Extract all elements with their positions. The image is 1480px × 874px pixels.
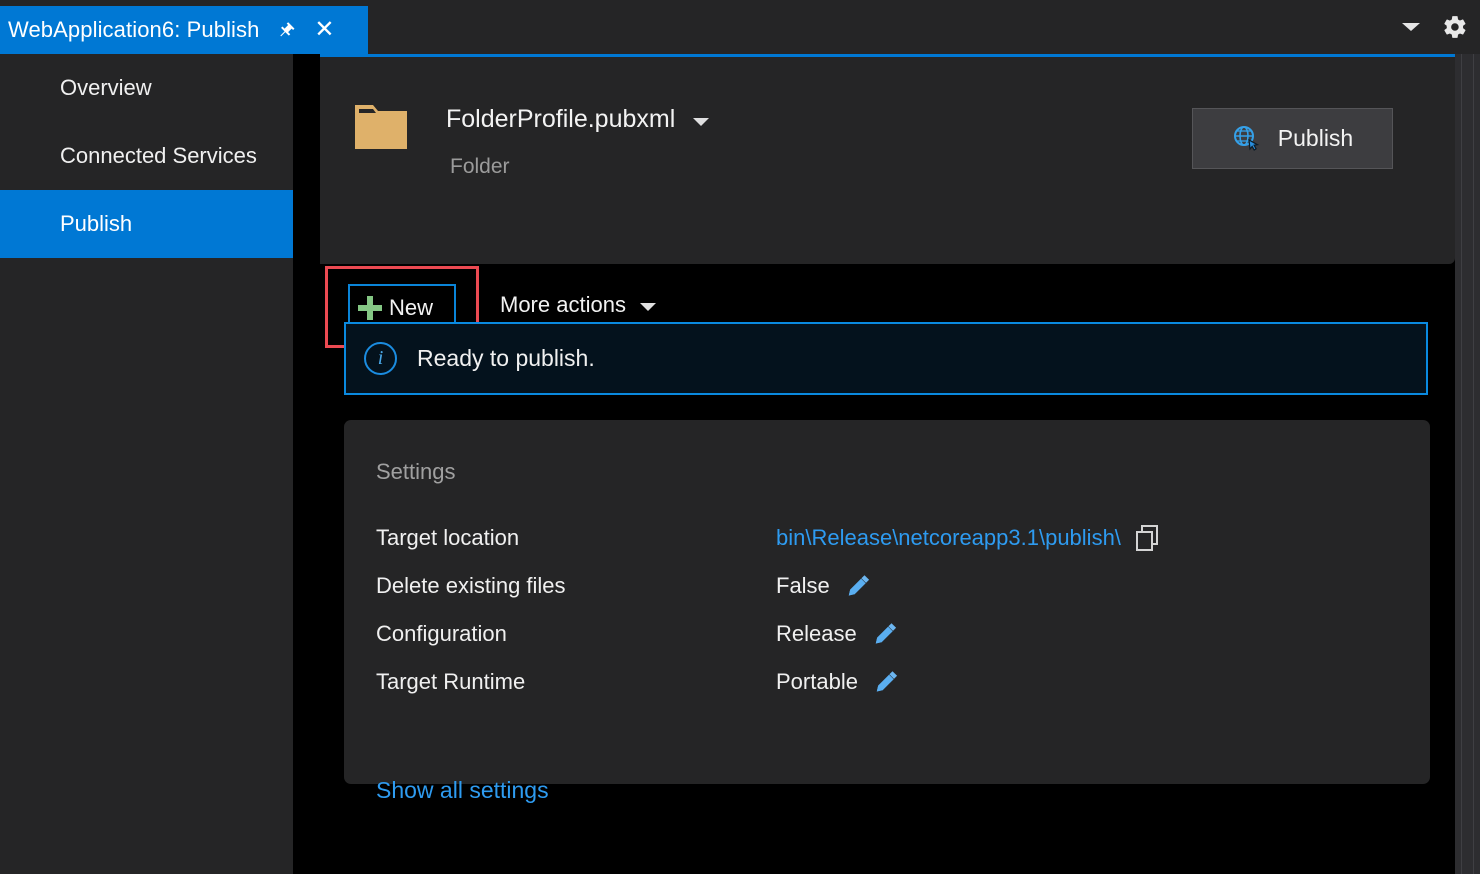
sidebar-item-overview[interactable]: Overview: [0, 54, 293, 122]
sidebar-item-label: Publish: [60, 211, 132, 237]
info-icon-glyph: i: [378, 347, 384, 370]
settings-row-target-location: Target location bin\Release\netcoreapp3.…: [376, 514, 1396, 562]
pencil-icon[interactable]: [871, 621, 899, 647]
settings-row-target-runtime: Target Runtime Portable: [376, 658, 1396, 706]
copy-icon[interactable]: [1135, 524, 1161, 552]
dock-divider: [1473, 54, 1474, 874]
pencil-icon[interactable]: [844, 573, 872, 599]
sidebar-item-label: Connected Services: [60, 143, 257, 169]
publish-content-pane: FolderProfile.pubxml Folder Publish: [320, 54, 1455, 874]
new-button-label: New: [389, 295, 433, 321]
publish-profile-header: FolderProfile.pubxml Folder Publish: [320, 57, 1455, 264]
info-circle-icon: i: [364, 342, 397, 375]
settings-card: Settings Target location bin\Release\net…: [344, 420, 1430, 784]
settings-label: Target location: [376, 525, 776, 551]
settings-value-group: False: [776, 573, 872, 599]
plus-icon: [358, 296, 382, 320]
close-icon[interactable]: ✕: [311, 17, 337, 43]
settings-label: Delete existing files: [376, 573, 776, 599]
sidebar-item-label: Overview: [60, 75, 152, 101]
pin-icon[interactable]: [273, 17, 299, 43]
document-tab-publish[interactable]: WebApplication6: Publish ✕: [0, 6, 368, 54]
folder-icon: [353, 101, 409, 153]
chevron-down-icon: [640, 303, 656, 311]
settings-label: Configuration: [376, 621, 776, 647]
window-titlebar: WebApplication6: Publish ✕: [0, 0, 1480, 54]
settings-value-group: Portable: [776, 669, 900, 695]
settings-value-group: bin\Release\netcoreapp3.1\publish\: [776, 524, 1161, 552]
publish-profile-selector[interactable]: FolderProfile.pubxml: [446, 105, 709, 134]
sidebar-item-connected-services[interactable]: Connected Services: [0, 122, 293, 190]
show-all-settings-link[interactable]: Show all settings: [376, 777, 549, 804]
target-location-link[interactable]: bin\Release\netcoreapp3.1\publish\: [776, 525, 1121, 551]
publish-profile-type: Folder: [450, 155, 510, 179]
more-actions-label: More actions: [500, 292, 626, 318]
settings-row-configuration: Configuration Release: [376, 610, 1396, 658]
pencil-icon[interactable]: [872, 669, 900, 695]
tab-title: WebApplication6: Publish: [8, 17, 259, 43]
settings-title: Settings: [376, 459, 456, 485]
status-banner: i Ready to publish.: [344, 322, 1428, 395]
publish-profile-name: FolderProfile.pubxml: [446, 105, 675, 134]
chevron-down-icon[interactable]: [693, 118, 709, 126]
publish-button-label: Publish: [1278, 125, 1353, 152]
settings-row-delete-existing-files: Delete existing files False: [376, 562, 1396, 610]
settings-value: False: [776, 573, 830, 599]
sidebar: Overview Connected Services Publish: [0, 54, 293, 874]
right-dock-strip: [1455, 54, 1480, 874]
settings-value-group: Release: [776, 621, 899, 647]
sidebar-content-gap: [293, 54, 320, 874]
settings-label: Target Runtime: [376, 669, 776, 695]
settings-value: Release: [776, 621, 857, 647]
sidebar-item-publish[interactable]: Publish: [0, 190, 293, 258]
status-banner-text: Ready to publish.: [417, 345, 595, 372]
chevron-down-icon[interactable]: [1402, 23, 1420, 31]
publish-button[interactable]: Publish: [1192, 108, 1393, 169]
gear-icon[interactable]: [1442, 14, 1468, 40]
more-actions-menu[interactable]: More actions: [500, 292, 656, 318]
dock-divider: [1461, 54, 1462, 874]
titlebar-actions: [1402, 0, 1468, 54]
settings-value: Portable: [776, 669, 858, 695]
globe-publish-icon: [1232, 125, 1262, 153]
